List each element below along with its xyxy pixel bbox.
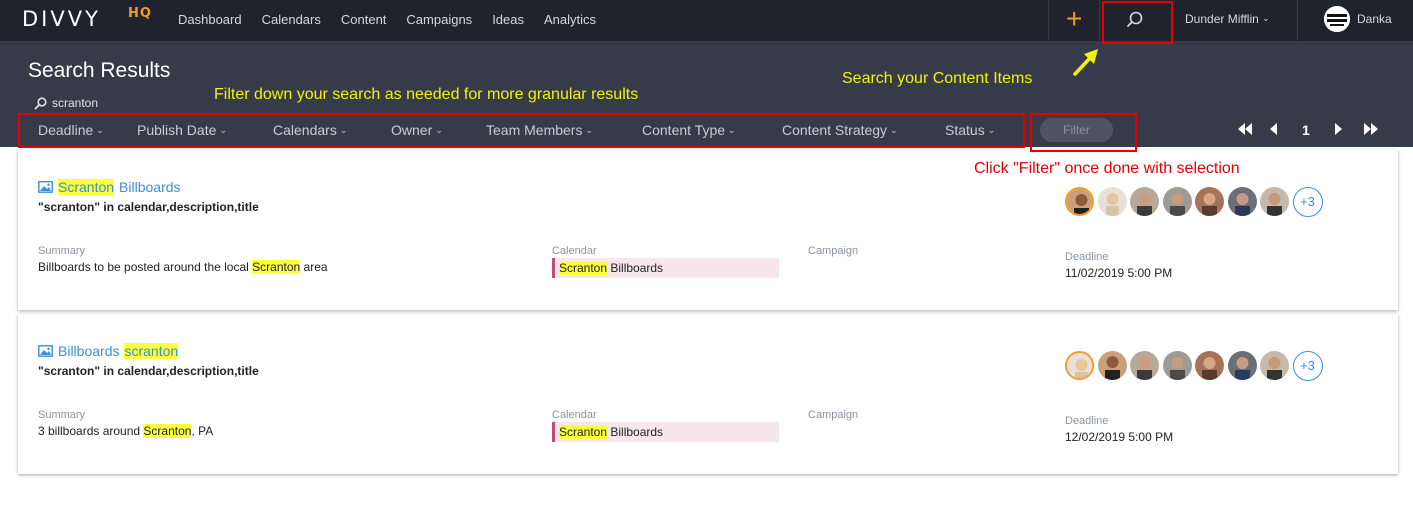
logo-suffix: HQ <box>128 6 152 21</box>
divider <box>1048 0 1049 41</box>
image-icon <box>38 181 53 193</box>
calendar-text: Billboards <box>607 425 664 439</box>
title-text: Billboards <box>119 179 181 195</box>
calendar-highlight: Scranton <box>559 425 608 439</box>
campaign-label: Campaign <box>808 409 859 421</box>
title-highlight: Scranton <box>58 179 115 195</box>
last-page-icon[interactable] <box>1362 122 1380 136</box>
title-text: Billboards <box>58 343 120 359</box>
avatar[interactable] <box>1065 351 1094 380</box>
summary-value: Billboards to be posted around the local… <box>38 260 328 274</box>
summary-highlight: Scranton <box>143 424 192 438</box>
current-page: 1 <box>1302 122 1310 138</box>
avatar[interactable] <box>1195 187 1224 216</box>
deadline-value: 12/02/2019 5:00 PM <box>1065 430 1174 444</box>
nav-content[interactable]: Content <box>341 12 387 27</box>
match-info: "scranton" in calendar,description,title <box>38 200 259 214</box>
summary-highlight: Scranton <box>252 260 301 274</box>
user-name[interactable]: Danka <box>1357 12 1392 26</box>
divider <box>1297 0 1298 41</box>
org-name: Dunder Mifflin <box>1185 12 1259 26</box>
dunder-mifflin-logo-icon <box>1324 6 1350 32</box>
filter-click-annotation: Click "Filter" once done with selection <box>974 160 1240 177</box>
search-highlight-box <box>1102 1 1173 44</box>
nav-campaigns[interactable]: Campaigns <box>406 12 472 27</box>
next-page-icon[interactable] <box>1333 122 1343 136</box>
summary-text: 3 billboards around <box>38 424 144 438</box>
result-title[interactable]: Billboards scranton <box>38 343 179 359</box>
summary-text: area <box>300 260 328 274</box>
top-navbar: DIVVY HQ Dashboard Calendars Content Cam… <box>0 0 1413 41</box>
search-query-text: scranton <box>52 96 99 110</box>
first-page-icon[interactable] <box>1236 122 1254 136</box>
team-avatars: +3 <box>1065 351 1323 381</box>
campaign-label: Campaign <box>808 245 859 257</box>
avatar[interactable] <box>1260 187 1289 216</box>
nav-analytics[interactable]: Analytics <box>544 12 596 27</box>
title-highlight: scranton <box>124 343 179 359</box>
result-title[interactable]: Scranton Billboards <box>38 179 181 195</box>
avatar[interactable] <box>1065 187 1094 216</box>
org-switcher[interactable]: Dunder Mifflin ⌄ <box>1185 12 1270 26</box>
avatar[interactable] <box>1227 351 1257 380</box>
more-members-button[interactable]: +3 <box>1292 187 1323 217</box>
nav-calendars[interactable]: Calendars <box>262 12 321 27</box>
calendar-tag[interactable]: Scranton Billboards <box>552 258 779 278</box>
avatar[interactable] <box>1260 351 1289 380</box>
deadline-label: Deadline <box>1065 251 1109 263</box>
divider <box>1099 0 1100 41</box>
chevron-down-icon: ⌄ <box>1262 13 1270 23</box>
calendar-label: Calendar <box>552 245 597 257</box>
user-avatar[interactable] <box>1324 6 1350 32</box>
avatar[interactable] <box>1130 351 1159 380</box>
add-button[interactable]: + <box>1066 4 1082 34</box>
nav-dashboard[interactable]: Dashboard <box>178 12 242 27</box>
calendar-tag[interactable]: Scranton Billboards <box>552 422 779 442</box>
main-nav: Dashboard Calendars Content Campaigns Id… <box>178 12 616 27</box>
summary-value: 3 billboards around Scranton, PA <box>38 424 213 438</box>
summary-text: , PA <box>191 424 214 438</box>
team-avatars: +3 <box>1065 187 1323 217</box>
search-query: scranton <box>34 96 98 110</box>
more-members-button[interactable]: +3 <box>1292 351 1323 381</box>
deadline-label: Deadline <box>1065 415 1109 427</box>
avatar[interactable] <box>1162 187 1192 216</box>
avatar[interactable] <box>1227 187 1257 216</box>
deadline-value: 11/02/2019 5:00 PM <box>1065 266 1173 280</box>
avatar[interactable] <box>1195 351 1224 380</box>
page-title: Search Results <box>28 59 171 82</box>
summary-text: Billboards to be posted around the local <box>38 260 253 274</box>
summary-label: Summary <box>38 245 86 257</box>
calendar-text: Billboards <box>607 261 664 275</box>
result-card[interactable]: Billboards scranton "scranton" in calenda… <box>18 314 1398 474</box>
summary-label: Summary <box>38 409 86 421</box>
avatar[interactable] <box>1130 187 1159 216</box>
filters-highlight-box <box>18 113 1025 148</box>
avatar[interactable] <box>1097 351 1127 380</box>
previous-page-icon[interactable] <box>1269 122 1279 136</box>
avatar[interactable] <box>1162 351 1192 380</box>
nav-ideas[interactable]: Ideas <box>492 12 524 27</box>
avatar[interactable] <box>1097 187 1127 216</box>
filter-button-highlight-box <box>1030 113 1137 152</box>
arrow-icon <box>1073 49 1098 76</box>
divvyhq-logo[interactable]: DIVVY HQ <box>22 6 151 31</box>
match-info: "scranton" in calendar,description,title <box>38 364 259 378</box>
calendar-label: Calendar <box>552 409 597 421</box>
filter-hint-annotation: Filter down your search as needed for mo… <box>214 86 639 103</box>
calendar-highlight: Scranton <box>559 261 608 275</box>
logo-text: DIVVY <box>22 7 101 31</box>
search-hint-annotation: Search your Content Items <box>842 70 1033 87</box>
image-icon <box>38 345 53 357</box>
search-icon <box>34 96 47 109</box>
